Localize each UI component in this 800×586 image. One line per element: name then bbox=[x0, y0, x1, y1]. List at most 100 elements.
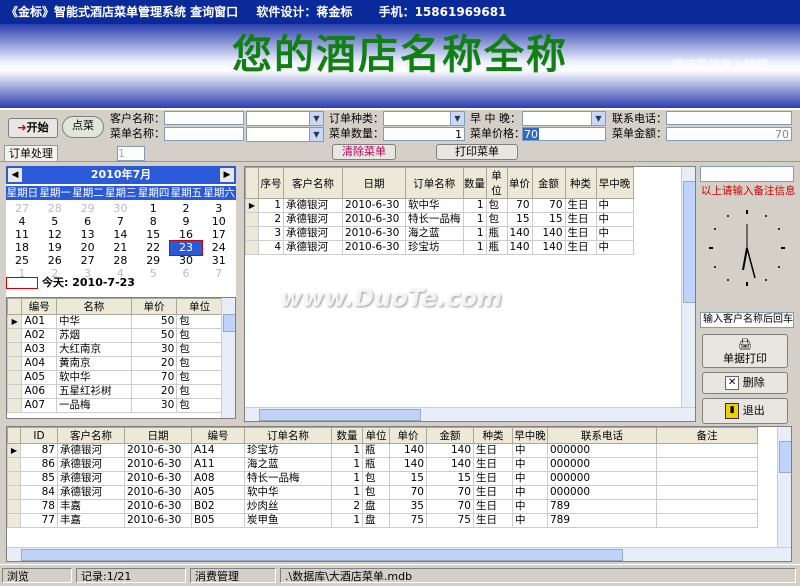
table-cell[interactable]: 包 bbox=[485, 212, 508, 227]
column-header[interactable]: 备注 bbox=[656, 427, 758, 444]
table-cell[interactable]: 承德银河 bbox=[283, 212, 343, 227]
table-cell[interactable]: A11 bbox=[191, 457, 245, 472]
table-cell[interactable]: 1 bbox=[462, 240, 487, 255]
chevron-right-icon[interactable]: ▶ bbox=[220, 168, 234, 182]
calendar-day[interactable]: 27 bbox=[72, 254, 104, 268]
column-header[interactable]: 日期 bbox=[124, 427, 192, 444]
column-header[interactable]: 金额 bbox=[426, 427, 474, 444]
calendar-day[interactable]: 27 bbox=[6, 202, 38, 216]
start-button[interactable]: ➜开始 bbox=[8, 118, 58, 138]
table-cell[interactable]: 生日 bbox=[473, 513, 513, 528]
column-header[interactable]: 联系电话 bbox=[547, 427, 657, 444]
table-cell[interactable]: 2010-6-30 bbox=[342, 198, 406, 213]
table-cell[interactable]: 2 bbox=[331, 499, 363, 514]
table-cell[interactable]: 特长一品梅 bbox=[244, 471, 332, 486]
tab-order-processing[interactable]: 订单处理 bbox=[4, 145, 58, 162]
column-header[interactable]: 数量 bbox=[331, 427, 363, 444]
table-cell[interactable]: 140 bbox=[389, 457, 427, 472]
column-header[interactable]: 数量 bbox=[462, 167, 487, 199]
calendar-day[interactable]: 24 bbox=[203, 241, 235, 255]
table-row[interactable]: A02 苏烟 50 包 bbox=[7, 328, 223, 343]
table-cell[interactable]: 1 bbox=[462, 198, 487, 213]
row-selector[interactable] bbox=[245, 226, 259, 241]
print-menu-button[interactable]: 打印菜单 bbox=[436, 144, 518, 160]
table-cell[interactable]: A03 bbox=[21, 342, 57, 357]
calendar-day[interactable]: 13 bbox=[72, 228, 104, 242]
table-cell[interactable]: 五星红衫树 bbox=[56, 384, 132, 399]
row-selector[interactable] bbox=[7, 384, 23, 399]
column-header[interactable]: 序号 bbox=[258, 167, 284, 199]
table-cell[interactable]: 生日 bbox=[564, 198, 597, 213]
table-cell[interactable]: 140 bbox=[389, 443, 427, 458]
table-row[interactable]: ▶ 87 承德银河 2010-6-30 A14 珍宝坊 1 瓶 140 140 生日中 000000 bbox=[7, 443, 758, 458]
column-header[interactable]: 客户名称 bbox=[57, 427, 125, 444]
table-cell[interactable]: 中 bbox=[512, 471, 548, 486]
table-row[interactable]: 77 丰嘉 2010-6-30 B05 炭甲鱼 1 盘 75 75 生日中 789 bbox=[7, 513, 758, 528]
calendar-day[interactable]: 31 bbox=[203, 254, 235, 268]
calendar-day[interactable]: 7 bbox=[104, 215, 136, 229]
calendar-day[interactable]: 22 bbox=[137, 241, 169, 255]
delete-button[interactable]: ✕ 删除 bbox=[702, 372, 788, 394]
table-cell[interactable]: 生日 bbox=[473, 499, 513, 514]
calendar-day[interactable]: 15 bbox=[137, 228, 169, 242]
calendar-day[interactable]: 28 bbox=[39, 202, 71, 216]
table-cell[interactable] bbox=[656, 471, 758, 486]
table-cell[interactable]: 1 bbox=[331, 443, 363, 458]
calendar-day[interactable]: 5 bbox=[39, 215, 71, 229]
column-header[interactable]: 编号 bbox=[191, 427, 245, 444]
clear-menu-button[interactable]: 清除菜单 bbox=[332, 144, 396, 160]
table-cell[interactable]: 15 bbox=[531, 212, 566, 227]
table-cell[interactable]: 000000 bbox=[547, 485, 657, 500]
calendar-day[interactable]: 30 bbox=[104, 202, 136, 216]
table-cell[interactable]: 包 bbox=[176, 398, 223, 413]
table-cell[interactable]: 140 bbox=[506, 240, 533, 255]
table-cell[interactable]: 承德银河 bbox=[283, 226, 343, 241]
table-cell[interactable]: 86 bbox=[20, 457, 58, 472]
calendar-day[interactable]: 23 bbox=[169, 240, 203, 256]
table-cell[interactable]: 瓶 bbox=[485, 240, 508, 255]
row-selector[interactable] bbox=[7, 457, 21, 472]
table-cell[interactable]: 70 bbox=[130, 370, 178, 385]
table-cell[interactable]: 35 bbox=[389, 499, 427, 514]
table-row[interactable]: A03 大红南京 30 包 bbox=[7, 342, 223, 357]
table-cell[interactable]: 软中华 bbox=[244, 485, 332, 500]
table-cell[interactable]: 1 bbox=[331, 513, 363, 528]
table-cell[interactable] bbox=[656, 513, 758, 528]
table-cell[interactable]: 84 bbox=[20, 485, 58, 500]
calendar-day[interactable]: 20 bbox=[72, 241, 104, 255]
table-cell[interactable]: 85 bbox=[20, 471, 58, 486]
calendar-day[interactable]: 25 bbox=[6, 254, 38, 268]
table-cell[interactable]: 珍宝坊 bbox=[405, 240, 464, 255]
calendar-day[interactable]: 29 bbox=[137, 254, 169, 268]
calendar-day[interactable]: 5 bbox=[137, 267, 169, 281]
table-cell[interactable]: 2010-6-30 bbox=[124, 471, 192, 486]
table-cell[interactable]: A02 bbox=[21, 328, 57, 343]
table-cell[interactable]: 140 bbox=[531, 240, 566, 255]
scroll-thumb[interactable] bbox=[259, 409, 421, 421]
calendar-day[interactable]: 8 bbox=[137, 215, 169, 229]
scrollbar[interactable] bbox=[681, 167, 695, 407]
table-cell[interactable]: 75 bbox=[389, 513, 427, 528]
column-header[interactable]: 订单名称 bbox=[244, 427, 332, 444]
price-input[interactable]: 70 bbox=[522, 127, 606, 141]
column-header[interactable]: ID bbox=[20, 427, 58, 444]
table-cell[interactable]: 中 bbox=[595, 212, 634, 227]
contact-input[interactable] bbox=[666, 111, 792, 125]
table-cell[interactable]: 生日 bbox=[473, 485, 513, 500]
table-cell[interactable]: 中 bbox=[512, 513, 548, 528]
table-cell[interactable]: 包 bbox=[176, 384, 223, 399]
table-cell[interactable] bbox=[656, 443, 758, 458]
calendar-day[interactable]: 2 bbox=[170, 202, 202, 216]
table-cell[interactable]: 包 bbox=[176, 342, 223, 357]
table-cell[interactable]: 75 bbox=[426, 513, 474, 528]
table-cell[interactable]: 2010-6-30 bbox=[342, 226, 406, 241]
meal-combo[interactable]: ▼ bbox=[522, 111, 606, 126]
table-cell[interactable]: 丰嘉 bbox=[57, 513, 125, 528]
calendar-day[interactable]: 21 bbox=[104, 241, 136, 255]
scrollbar[interactable] bbox=[245, 407, 695, 421]
row-selector[interactable] bbox=[7, 513, 21, 528]
table-cell[interactable]: 包 bbox=[176, 328, 223, 343]
table-cell[interactable]: A14 bbox=[191, 443, 245, 458]
table-cell[interactable]: 中 bbox=[595, 240, 634, 255]
table-cell[interactable]: 盘 bbox=[362, 513, 390, 528]
